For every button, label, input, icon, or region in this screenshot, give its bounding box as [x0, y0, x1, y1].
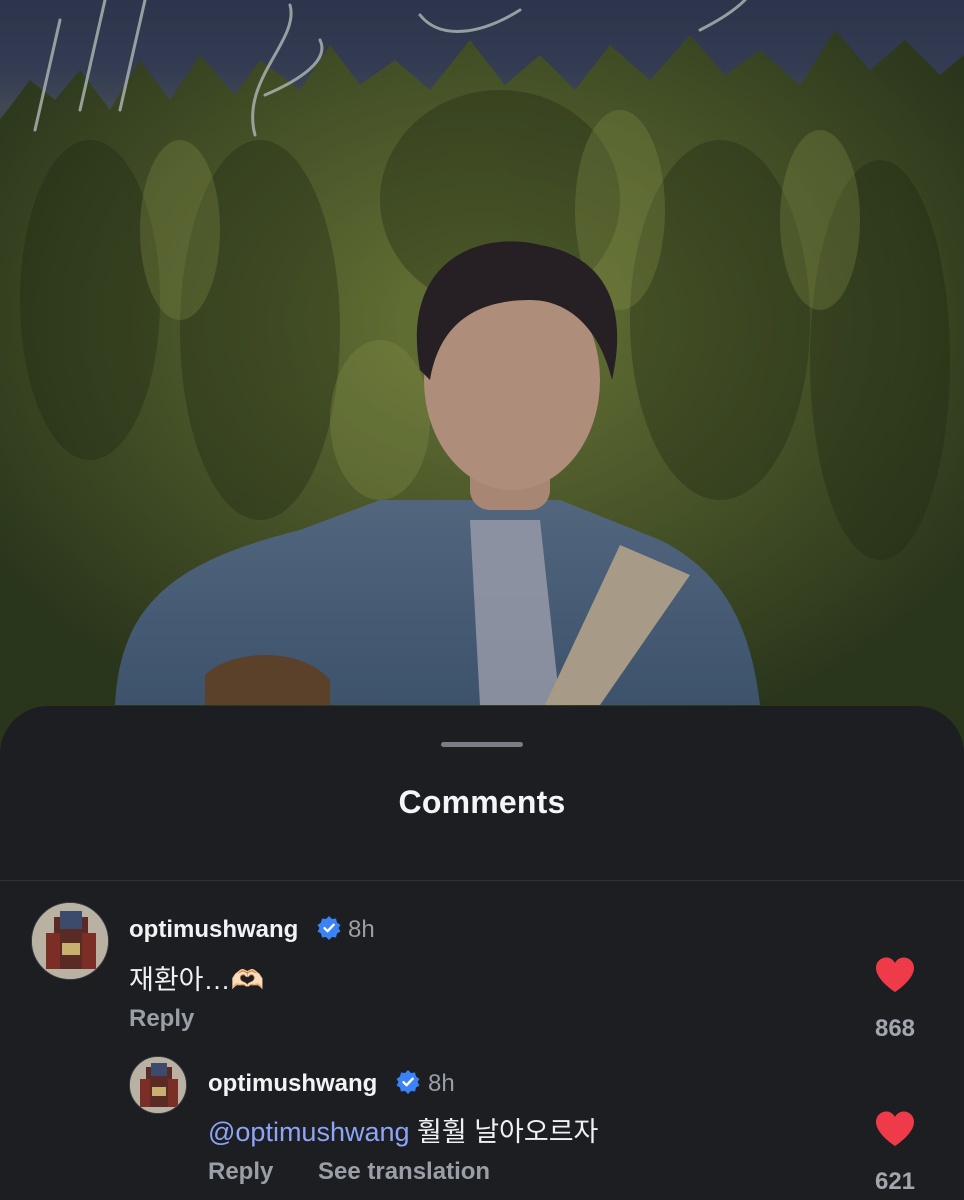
comments-sheet: Comments optimushwang 8h 재환아…🫶🏻 Reply 86… — [0, 706, 964, 1200]
verified-badge-icon — [317, 916, 341, 940]
sheet-title: Comments — [398, 784, 566, 820]
comment-username[interactable]: optimushwang — [129, 916, 298, 944]
comment-timestamp: 8h — [428, 1070, 455, 1097]
comment-text-content: 훨훨 날아오르자 — [409, 1117, 599, 1147]
like-count: 868 — [874, 1015, 916, 1042]
heart-icon[interactable] — [874, 1110, 916, 1148]
see-translation-button[interactable]: See translation — [318, 1158, 490, 1186]
like-count: 621 — [874, 1168, 916, 1195]
comment-username[interactable]: optimushwang — [208, 1070, 377, 1098]
avatar[interactable] — [129, 1056, 187, 1114]
comment-timestamp: 8h — [348, 916, 375, 943]
comment-item: optimushwang 8h 재환아…🫶🏻 Reply 868 — [0, 902, 964, 1042]
comment-text: @optimushwang 훨훨 날아오르자 — [208, 1110, 598, 1149]
photo-dim-overlay — [0, 0, 964, 760]
avatar[interactable] — [31, 902, 109, 980]
video-background — [0, 0, 964, 760]
verified-badge-icon — [396, 1070, 420, 1094]
avatar-image — [130, 1057, 186, 1113]
sheet-drag-handle[interactable] — [441, 742, 523, 747]
heart-icon[interactable] — [874, 956, 916, 994]
comment-text: 재환아…🫶🏻 — [129, 965, 265, 995]
reply-button[interactable]: Reply — [129, 1005, 194, 1033]
avatar-image — [32, 903, 108, 979]
divider — [0, 880, 964, 881]
reply-comment-item: optimushwang 8h @optimushwang 훨훨 날아오르자 R… — [0, 1056, 964, 1200]
mention-link[interactable]: @optimushwang — [208, 1117, 410, 1147]
reply-button[interactable]: Reply — [208, 1158, 273, 1186]
